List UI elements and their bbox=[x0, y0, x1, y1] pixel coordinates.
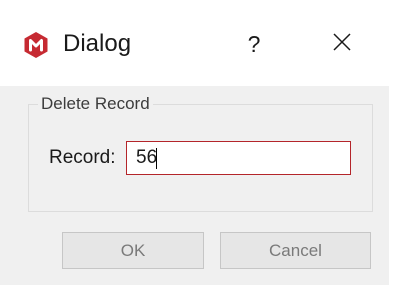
window-bottom-edge bbox=[0, 285, 393, 289]
window-right-edge bbox=[389, 0, 393, 289]
window-title: Dialog bbox=[63, 30, 132, 57]
record-label: Record: bbox=[49, 147, 116, 168]
close-button[interactable] bbox=[312, 18, 372, 70]
ok-button[interactable]: OK bbox=[62, 232, 204, 269]
text-caret bbox=[156, 148, 157, 169]
record-input[interactable] bbox=[126, 141, 351, 175]
help-button[interactable]: ? bbox=[225, 18, 283, 70]
title-bar: Dialog ? bbox=[0, 0, 393, 86]
group-title: Delete Record bbox=[38, 93, 153, 115]
app-logo-icon bbox=[22, 31, 50, 59]
dialog-window: Dialog ? Delete Record Record: OK Cancel bbox=[0, 0, 393, 289]
close-icon bbox=[333, 32, 351, 56]
cancel-button[interactable]: Cancel bbox=[220, 232, 371, 269]
